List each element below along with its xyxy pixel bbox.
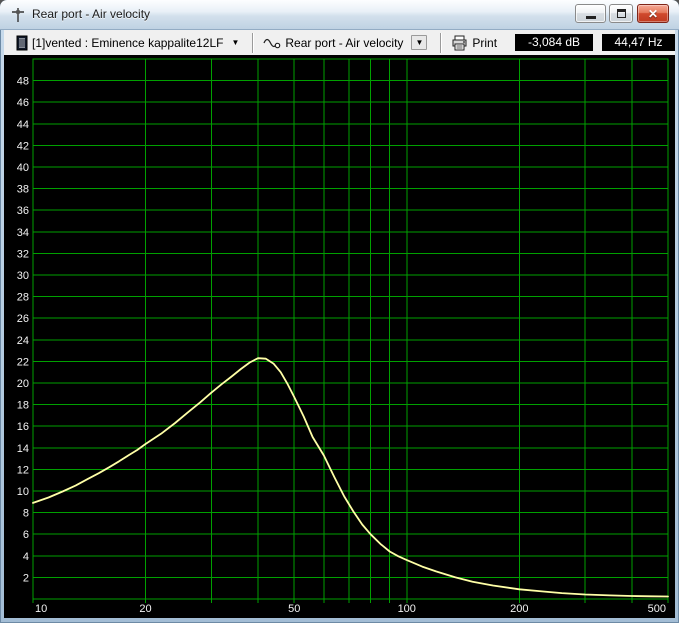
close-icon: ✕ (648, 8, 658, 20)
printer-icon (451, 35, 468, 51)
maximize-icon (617, 9, 626, 18)
y-tick-label: 8 (23, 508, 29, 520)
window-title: Rear port - Air velocity (32, 7, 150, 21)
sine-wave-icon (263, 36, 281, 50)
x-tick-label: 20 (139, 603, 151, 615)
y-tick-label: 30 (17, 270, 29, 282)
y-tick-label: 16 (17, 421, 29, 433)
y-tick-label: 26 (17, 313, 29, 325)
y-tick-label: 28 (17, 292, 29, 304)
y-tick-label: 22 (17, 356, 29, 368)
plot-selector-label: Rear port - Air velocity (285, 36, 403, 50)
y-tick-label: 46 (17, 97, 29, 109)
y-tick-label: 2 (23, 572, 29, 584)
close-button[interactable]: ✕ (637, 4, 669, 23)
y-tick-label: 36 (17, 205, 29, 217)
app-window: Rear port - Air velocity ✕ [1]vented : E… (0, 0, 679, 623)
y-tick-label: 32 (17, 248, 29, 260)
db-readout: -3,084 dB (515, 34, 593, 51)
y-tick-label: 6 (23, 529, 29, 541)
y-tick-label: 10 (17, 486, 29, 498)
y-tick-label: 12 (17, 464, 29, 476)
title-bar[interactable]: Rear port - Air velocity ✕ (0, 0, 679, 30)
print-button[interactable]: Print (447, 32, 505, 53)
y-tick-label: 34 (17, 227, 29, 239)
frequency-readout: 44,47 Hz (602, 34, 675, 51)
x-tick-label: 100 (398, 603, 416, 615)
y-tick-label: 14 (17, 443, 29, 455)
driver-selector[interactable]: [1]vented : Eminence kappalite12LF ▼ (12, 32, 247, 53)
toolbar-separator (440, 33, 442, 53)
crosshair-icon (10, 7, 26, 23)
chevron-down-icon: ▼ (231, 38, 239, 47)
x-tick-label: 200 (510, 603, 528, 615)
y-tick-label: 18 (17, 400, 29, 412)
print-button-label: Print (472, 36, 497, 50)
x-tick-label: 50 (288, 603, 300, 615)
minimize-button[interactable] (575, 4, 606, 23)
y-tick-label: 40 (17, 162, 29, 174)
y-tick-label: 24 (17, 335, 29, 347)
y-tick-label: 44 (17, 119, 29, 131)
minimize-icon (586, 16, 596, 19)
y-tick-label: 42 (17, 140, 29, 152)
chevron-down-icon[interactable]: ▼ (411, 35, 427, 50)
maximize-button[interactable] (609, 4, 633, 23)
plot-selector[interactable]: Rear port - Air velocity ▼ (259, 32, 435, 53)
y-tick-label: 4 (23, 551, 29, 563)
x-tick-label: 500 (648, 603, 666, 615)
driver-selector-label: [1]vented : Eminence kappalite12LF (32, 36, 223, 50)
toolbar-separator (252, 33, 254, 53)
x-tick-label: 10 (35, 603, 47, 615)
chart-area[interactable]: 2468101214161820222426283032343638404244… (4, 55, 675, 618)
driver-icon (16, 35, 28, 51)
toolbar: [1]vented : Eminence kappalite12LF ▼ Rea… (4, 30, 675, 55)
velocity-curve (33, 358, 668, 596)
air-velocity-chart: 2468101214161820222426283032343638404244… (4, 55, 675, 618)
y-tick-label: 20 (17, 378, 29, 390)
y-tick-label: 38 (17, 184, 29, 196)
y-tick-label: 48 (17, 76, 29, 88)
